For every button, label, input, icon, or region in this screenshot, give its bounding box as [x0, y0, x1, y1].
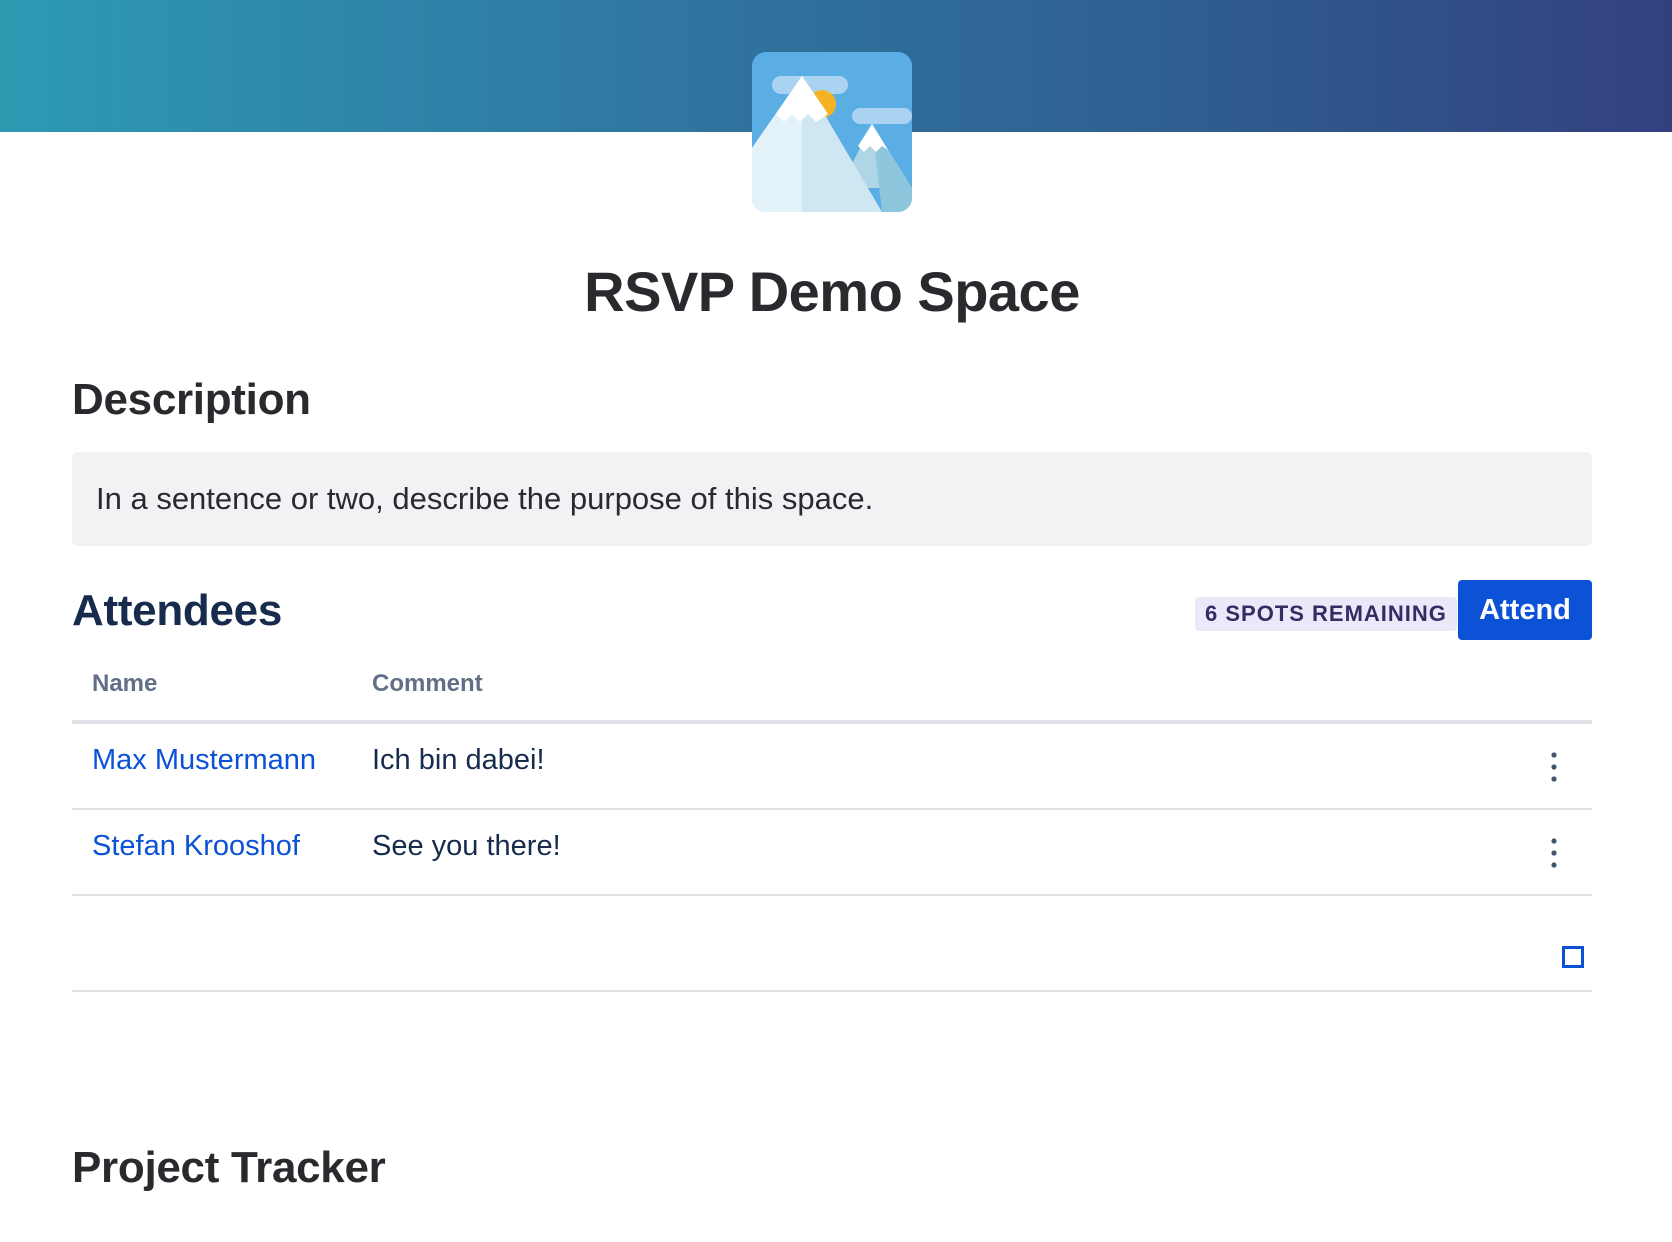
space-logo [752, 52, 912, 212]
column-header-name: Name [92, 670, 158, 697]
description-text: In a sentence or two, describe the purpo… [96, 481, 874, 516]
attendee-name-link[interactable]: Stefan Krooshof [92, 830, 300, 863]
expand-square-icon[interactable] [1562, 946, 1584, 968]
project-tracker-heading: Project Tracker [72, 1143, 386, 1192]
description-heading: Description [72, 375, 311, 424]
table-row: Max Mustermann Ich bin dabei! [72, 724, 1592, 810]
attend-button[interactable]: Attend [1458, 580, 1592, 640]
attendees-heading: Attendees [72, 586, 283, 635]
mountain-landscape-icon [752, 52, 912, 212]
more-vertical-icon[interactable] [1544, 836, 1564, 870]
spots-remaining-badge: 6 SPOTS REMAINING [1195, 597, 1457, 631]
column-header-comment: Comment [372, 670, 483, 697]
attendees-table: Name Comment Max Mustermann Ich bin dabe… [72, 660, 1592, 992]
table-header: Name Comment [72, 660, 1592, 724]
attendee-comment: See you there! [372, 830, 561, 862]
table-row: Stefan Krooshof See you there! [72, 810, 1592, 896]
table-footer [72, 896, 1592, 992]
more-vertical-icon[interactable] [1544, 750, 1564, 784]
page-title: RSVP Demo Space [584, 260, 1080, 323]
description-panel: In a sentence or two, describe the purpo… [72, 452, 1592, 546]
attendee-comment: Ich bin dabei! [372, 744, 545, 776]
attendee-name-link[interactable]: Max Mustermann [92, 744, 316, 777]
